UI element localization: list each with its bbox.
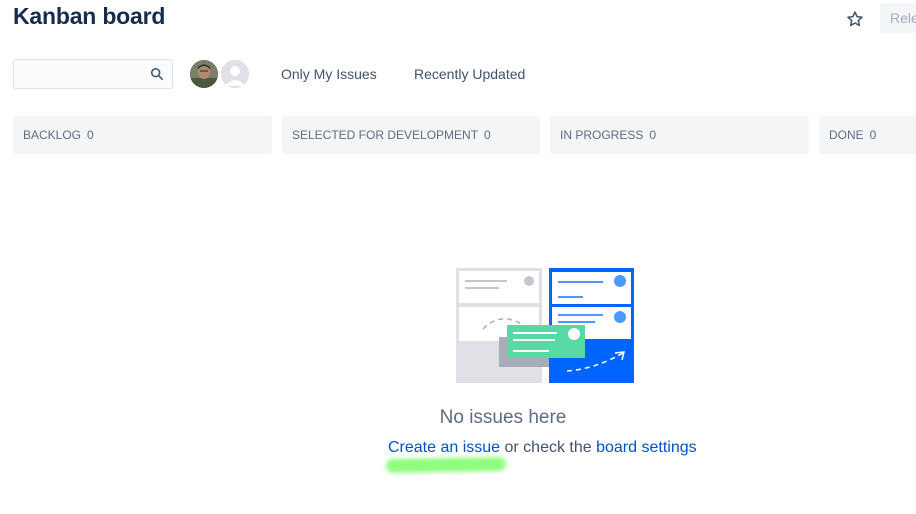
unassigned-avatar[interactable]	[219, 58, 251, 90]
column-count: 0	[649, 128, 657, 142]
annotation-highlight	[385, 456, 507, 474]
board-settings-link[interactable]: board settings	[596, 439, 697, 456]
column-count: 0	[87, 128, 94, 142]
column-header-backlog[interactable]: BACKLOG 0	[13, 116, 272, 154]
search-field[interactable]	[13, 59, 173, 89]
column-title: BACKLOG	[23, 128, 82, 142]
column-header-selected-for-development[interactable]: SELECTED FOR DEVELOPMENT 0	[282, 116, 540, 154]
user-avatar[interactable]	[188, 58, 220, 90]
user-placeholder-icon	[221, 60, 249, 88]
search-input[interactable]	[14, 60, 156, 88]
release-button[interactable]: Rele	[880, 3, 916, 33]
kanban-board-page: Kanban board Rele Only My Issues Recentl…	[0, 0, 916, 514]
empty-state-title: No issues here	[439, 407, 567, 428]
star-button[interactable]	[843, 7, 867, 31]
column-count: 0	[869, 128, 877, 142]
only-my-issues-filter[interactable]: Only My Issues	[281, 63, 377, 85]
empty-state-middle-text: or check the	[500, 439, 597, 456]
empty-board-illustration	[456, 268, 634, 383]
user-photo	[190, 60, 218, 88]
create-issue-link[interactable]: Create an issue	[388, 439, 500, 456]
column-header-in-progress[interactable]: IN PROGRESS 0	[550, 116, 809, 154]
column-title: DONE	[829, 128, 864, 142]
column-header-done[interactable]: DONE 0	[819, 116, 916, 154]
recently-updated-filter[interactable]: Recently Updated	[414, 63, 525, 85]
empty-state-message: Create an issue or check the board setti…	[388, 439, 697, 457]
search-icon[interactable]	[150, 67, 164, 81]
column-count: 0	[484, 128, 491, 142]
star-icon	[847, 11, 863, 27]
column-title: IN PROGRESS	[560, 128, 644, 142]
page-title: Kanban board	[13, 3, 166, 29]
column-title: SELECTED FOR DEVELOPMENT	[292, 128, 479, 142]
